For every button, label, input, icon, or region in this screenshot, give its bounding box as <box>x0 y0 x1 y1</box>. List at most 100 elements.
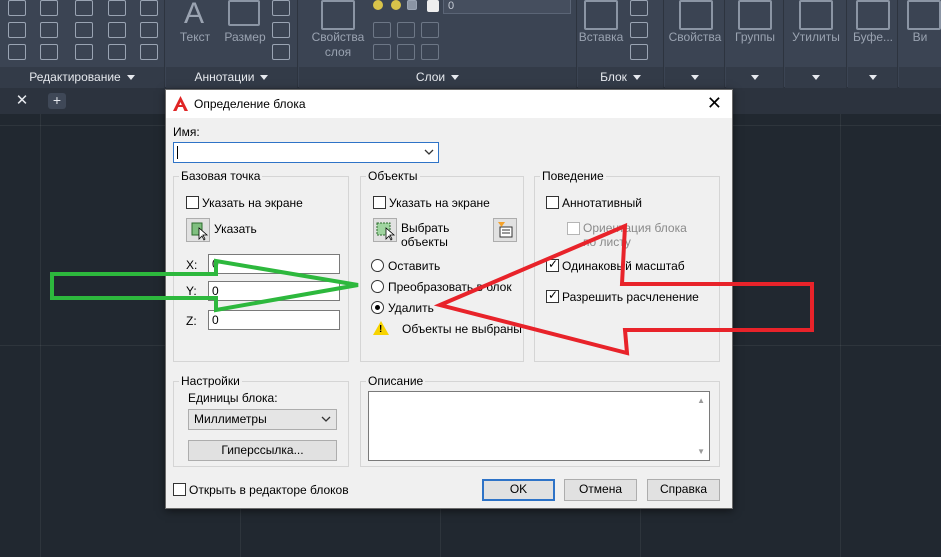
ribbon-panel-block-title[interactable]: Блок <box>578 67 663 88</box>
layer-tool-icon[interactable] <box>421 22 439 38</box>
fillet-icon[interactable] <box>108 0 126 16</box>
close-icon[interactable]: ✕ <box>707 94 722 112</box>
trim-icon[interactable] <box>75 0 93 16</box>
pick-point-button[interactable] <box>186 218 210 242</box>
ribbon-panel-groups-footer[interactable] <box>726 67 783 88</box>
ribbon-panel-view-footer[interactable] <box>899 67 941 88</box>
open-in-block-editor-label: Открыть в редакторе блоков <box>189 483 349 497</box>
dimension-tool-label[interactable]: Размер <box>220 30 270 44</box>
delete-radio[interactable] <box>371 301 384 314</box>
dialog-titlebar[interactable]: Определение блока ✕ <box>166 90 732 118</box>
ribbon-panel-clipboard[interactable]: Буфе... <box>848 0 898 88</box>
scroll-up-icon[interactable]: ▲ <box>697 396 705 405</box>
cancel-button[interactable]: Отмена <box>564 479 637 501</box>
convert-to-block-radio[interactable] <box>371 280 384 293</box>
clipboard-label: Буфе... <box>852 30 894 44</box>
text-tool-icon[interactable]: A <box>174 0 214 29</box>
block-name-combo[interactable] <box>173 142 439 163</box>
retain-radio[interactable] <box>371 259 384 272</box>
ribbon-panel-layers-title[interactable]: Слои <box>299 67 576 88</box>
layer-properties-icon[interactable] <box>321 0 355 30</box>
break-icon[interactable] <box>140 44 158 60</box>
objects-specify-on-screen-checkbox[interactable] <box>373 196 386 209</box>
explode-icon[interactable] <box>140 22 158 38</box>
ribbon-panel-properties[interactable]: Свойства <box>665 0 725 88</box>
rotate-icon[interactable] <box>40 0 58 16</box>
base-point-specify-on-screen-checkbox[interactable] <box>186 196 199 209</box>
ribbon-panel-utilities-footer[interactable] <box>785 67 846 88</box>
leader-icon[interactable] <box>272 0 290 16</box>
move-icon[interactable] <box>8 0 26 16</box>
y-input[interactable]: 0 <box>208 281 340 301</box>
annotative-checkbox[interactable] <box>546 196 559 209</box>
x-input[interactable]: 0 <box>208 254 340 274</box>
ribbon-panel-annotations-title[interactable]: Аннотации <box>166 67 297 88</box>
z-label: Z: <box>186 314 197 328</box>
sun-icon[interactable] <box>391 0 401 10</box>
hyperlink-button[interactable]: Гиперссылка... <box>188 440 337 461</box>
retain-label: Оставить <box>388 259 441 273</box>
ribbon-panel-edit-title[interactable]: Редактирование <box>0 67 164 88</box>
offset-icon[interactable] <box>75 44 93 60</box>
z-input[interactable]: 0 <box>208 310 340 330</box>
chevron-down-icon[interactable] <box>424 148 434 156</box>
chevron-down-icon <box>632 75 641 81</box>
chamfer-icon[interactable] <box>75 22 93 38</box>
join-icon[interactable] <box>108 44 126 60</box>
quick-select-button[interactable] <box>493 218 517 242</box>
edit-attributes-icon[interactable] <box>630 44 648 60</box>
orient-to-layout-checkbox[interactable] <box>567 222 580 235</box>
table-icon[interactable] <box>272 44 290 60</box>
layer-tool-icon[interactable] <box>373 22 391 38</box>
insert-block-label[interactable]: Вставка <box>578 30 624 44</box>
dimension-icon[interactable] <box>228 0 260 26</box>
annotative-label: Аннотативный <box>562 196 642 210</box>
color-swatch-icon[interactable] <box>427 0 439 12</box>
create-block-icon[interactable] <box>630 0 648 16</box>
select-objects-button[interactable] <box>373 218 397 242</box>
warning-icon-mark: ! <box>379 324 383 335</box>
new-tab-icon[interactable]: + <box>48 93 66 109</box>
block-units-dropdown[interactable]: Миллиметры <box>188 409 337 430</box>
scroll-down-icon[interactable]: ▼ <box>697 447 705 456</box>
scale-icon[interactable] <box>8 44 26 60</box>
uniform-scale-checkbox[interactable]: ✓ <box>546 257 559 272</box>
close-tab-icon[interactable]: ✕ <box>14 93 30 109</box>
description-textarea[interactable]: ▲ ▼ <box>368 391 710 461</box>
help-button[interactable]: Справка <box>647 479 720 501</box>
lock-icon[interactable] <box>407 0 417 10</box>
copy-icon[interactable] <box>8 22 26 38</box>
layer-dropdown[interactable]: 0 <box>443 0 571 14</box>
array-icon[interactable] <box>40 44 58 60</box>
layer-properties-label[interactable]: Свойства слоя <box>303 30 373 60</box>
erase-icon[interactable] <box>140 0 158 16</box>
objects-title: Объекты <box>366 169 420 183</box>
layer-tool-icon[interactable] <box>397 44 415 60</box>
groups-label: Группы <box>735 30 775 44</box>
ribbon-panel-groups[interactable]: Группы <box>726 0 784 88</box>
ribbon-panel-view[interactable]: Ви <box>899 0 941 88</box>
allow-explode-checkbox[interactable]: ✓ <box>546 288 559 303</box>
lightbulb-icon[interactable] <box>373 0 383 10</box>
ribbon-panel-block: Вставка Блок <box>578 0 664 88</box>
pick-point-label: Указать <box>214 222 257 236</box>
layer-tool-icon[interactable] <box>397 22 415 38</box>
ok-button[interactable]: OK <box>482 479 555 501</box>
stretch-icon[interactable] <box>108 22 126 38</box>
leader-icon[interactable] <box>272 22 290 38</box>
base-point-specify-on-screen-label: Указать на экране <box>202 196 303 210</box>
ribbon-panel-layers: Свойства слоя 0 Слои <box>299 0 577 88</box>
ribbon-panel-utilities[interactable]: Утилиты <box>785 0 847 88</box>
insert-block-icon[interactable] <box>584 0 618 30</box>
ribbon-panel-clipboard-footer[interactable] <box>848 67 897 88</box>
ribbon-panel-properties-footer[interactable] <box>665 67 724 88</box>
mirror-icon[interactable] <box>40 22 58 38</box>
layer-tool-icon[interactable] <box>421 44 439 60</box>
edit-block-icon[interactable] <box>630 22 648 38</box>
groups-icon <box>738 0 772 30</box>
text-tool-label[interactable]: Текст <box>170 30 220 44</box>
chevron-down-icon <box>811 75 820 81</box>
open-in-block-editor-checkbox[interactable] <box>173 483 186 496</box>
description-title: Описание <box>366 374 426 388</box>
layer-tool-icon[interactable] <box>373 44 391 60</box>
